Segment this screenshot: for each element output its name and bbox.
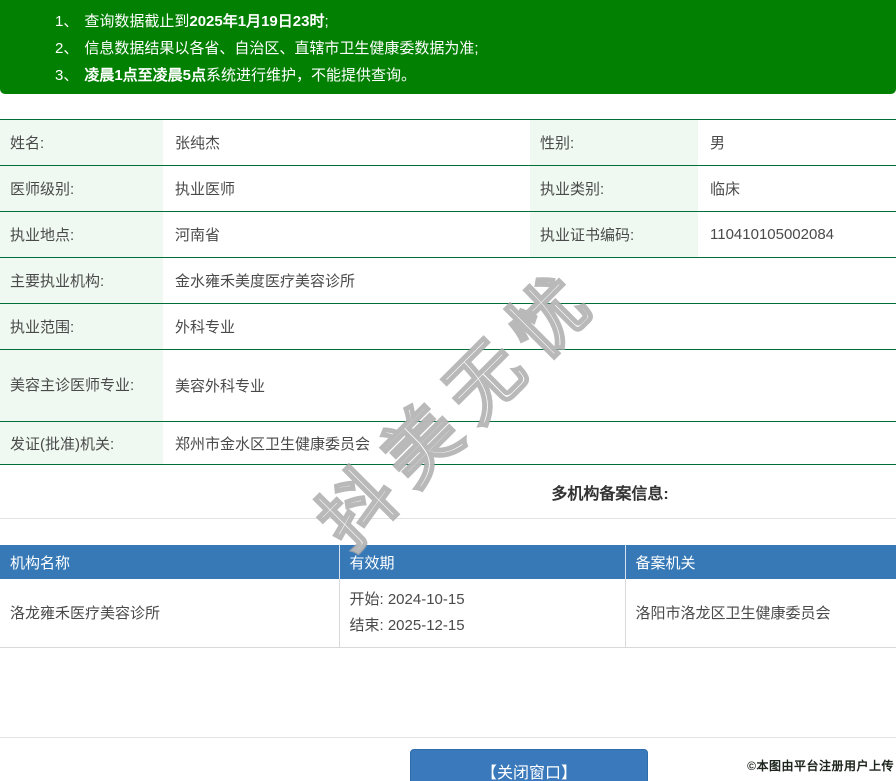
notice-line-1: 1、 查询数据截止到2025年1月19日23时; [55,8,876,35]
filing-validity-period: 开始: 2024-10-15 结束: 2025-12-15 [338,579,625,648]
field-label-practice-scope: 执业范围: [0,303,163,350]
table-row: 执业地点: 河南省 执业证书编码: 110410105002084 [0,211,896,258]
table-row: 主要执业机构: 金水雍禾美度医疗美容诊所 [0,257,896,304]
close-window-button[interactable]: 【关闭窗口】 [410,748,648,781]
validity-start: 开始: 2024-10-15 [349,590,465,608]
notice-number: 2、 [55,40,79,57]
table-row: 医师级别: 执业医师 执业类别: 临床 [0,165,896,212]
table-row: 姓名: 张纯杰 性别: 男 [0,119,896,166]
field-value-doctor-level: 执业医师 [163,165,530,212]
field-label-name: 姓名: [0,119,163,166]
field-value-main-institution: 金水雍禾美度医疗美容诊所 [163,257,896,304]
field-label-doctor-level: 医师级别: [0,165,163,212]
filing-header-authority: 备案机关 [624,545,896,579]
table-row: 美容主诊医师专业: 美容外科专业 [0,349,896,422]
field-value-name: 张纯杰 [163,119,530,166]
practitioner-info-table: 姓名: 张纯杰 性别: 男 医师级别: 执业医师 执业类别: 临床 执业地点: … [0,119,896,465]
validity-end: 结束: 2025-12-15 [349,616,465,634]
notice-text: ; [324,13,329,30]
filing-header-institution: 机构名称 [0,545,339,579]
field-value-certificate-number: 110410105002084 [698,211,896,258]
field-value-gender: 男 [698,119,896,166]
field-label-gender: 性别: [530,119,698,166]
filing-header-validity: 有效期 [338,545,625,579]
field-value-cosmetic-specialty: 美容外科专业 [163,349,896,422]
notice-text: 信息数据结果以各省、自治区、直辖市卫生健康委数据为准; [84,40,479,57]
field-value-practice-category: 临床 [698,165,896,212]
notice-banner: 1、 查询数据截止到2025年1月19日23时; 2、 信息数据结果以各省、自治区、… [0,0,896,94]
notice-number: 1、 [55,13,79,30]
field-label-text: 美容主诊医师专业: [10,376,135,394]
section-divider [0,518,896,519]
field-value-practice-scope: 外科专业 [163,303,896,350]
notice-number: 3、 [55,67,79,84]
filing-header-row: 机构名称 有效期 备案机关 [0,545,896,579]
notice-text-bold: 凌晨1点至凌晨5点 [84,67,207,84]
field-label-cosmetic-specialty: 美容主诊医师专业: [0,349,163,422]
notice-text: 系统进行维护，不能提供查询。 [206,67,417,84]
filing-section: 多机构备案信息: [0,465,896,518]
filing-table: 机构名称 有效期 备案机关 洛龙雍禾医疗美容诊所 开始: 2024-10-15 … [0,545,896,648]
field-label-practice-location: 执业地点: [0,211,163,258]
field-value-issuing-authority: 郑州市金水区卫生健康委员会 [163,421,896,465]
filing-institution-name: 洛龙雍禾医疗美容诊所 [0,579,339,648]
field-label-practice-category: 执业类别: [530,165,698,212]
field-label-certificate-number: 执业证书编码: [530,211,698,258]
table-row: 执业范围: 外科专业 [0,303,896,350]
copyright-stamp: ©本图由平台注册用户上传 [747,759,894,773]
filing-section-title: 多机构备案信息: [551,485,669,503]
table-row: 发证(批准)机关: 郑州市金水区卫生健康委员会 [0,421,896,465]
filing-data-row: 洛龙雍禾医疗美容诊所 开始: 2024-10-15 结束: 2025-12-15… [0,579,896,648]
notice-line-3: 3、 凌晨1点至凌晨5点系统进行维护，不能提供查询。 [55,62,876,89]
field-label-main-institution: 主要执业机构: [0,257,163,304]
field-label-issuing-authority: 发证(批准)机关: [0,421,163,465]
notice-text: 查询数据截止到 [84,13,190,30]
notice-line-2: 2、 信息数据结果以各省、自治区、直辖市卫生健康委数据为准; [55,35,876,62]
notice-text-bold: 2025年1月19日23时 [189,13,325,30]
filing-authority: 洛阳市洛龙区卫生健康委员会 [624,579,896,648]
field-value-practice-location: 河南省 [163,211,530,258]
